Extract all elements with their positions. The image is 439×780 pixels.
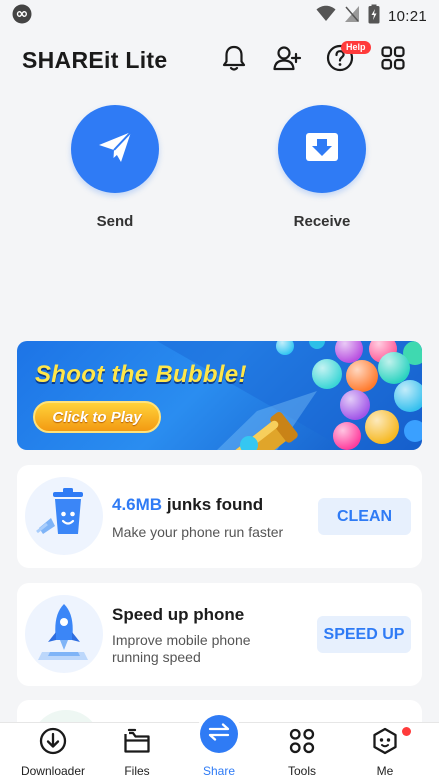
nav-downloader-label: Downloader bbox=[20, 764, 86, 778]
banner-title: Shoot the Bubble! bbox=[35, 361, 247, 388]
receive-circle[interactable] bbox=[278, 105, 366, 193]
speed-title: Speed up phone bbox=[112, 605, 245, 624]
junk-subtitle: Make your phone run faster bbox=[112, 524, 284, 540]
battery-icon bbox=[368, 4, 380, 29]
nav-me[interactable]: Me bbox=[345, 727, 425, 778]
rocket-icon bbox=[36, 602, 92, 667]
nav-tools-label: Tools bbox=[287, 764, 316, 778]
game-banner[interactable]: Shoot the Bubble! Click to Play bbox=[17, 341, 422, 450]
share-tab-button[interactable] bbox=[200, 715, 238, 753]
speed-subtitle: Improve mobile phone running speed bbox=[112, 632, 251, 665]
nav-share-label: Share bbox=[202, 764, 236, 778]
folder-icon bbox=[123, 728, 151, 759]
receive-label: Receive bbox=[293, 213, 351, 230]
tools-grid-icon bbox=[289, 728, 315, 759]
apps-button[interactable] bbox=[377, 44, 409, 76]
face-icon bbox=[371, 727, 399, 760]
trash-bin-icon bbox=[35, 487, 93, 545]
send-button[interactable]: Send bbox=[55, 105, 175, 230]
nav-downloader[interactable]: Downloader bbox=[13, 727, 93, 778]
junk-size: 4.6MB bbox=[112, 495, 163, 514]
me-notification-dot bbox=[402, 727, 411, 736]
notifications-button[interactable] bbox=[218, 44, 250, 76]
bell-icon bbox=[221, 44, 247, 77]
download-circle-icon bbox=[39, 727, 67, 760]
junk-title: 4.6MB junks found bbox=[112, 495, 263, 515]
bubble-art bbox=[157, 341, 422, 450]
receive-button[interactable]: Receive bbox=[262, 105, 382, 230]
speed-up-button[interactable]: SPEED UP bbox=[317, 616, 411, 653]
apps-grid-icon bbox=[381, 45, 405, 75]
clean-button[interactable]: CLEAN bbox=[318, 498, 411, 535]
add-friend-button[interactable] bbox=[271, 44, 303, 76]
add-user-icon bbox=[272, 44, 302, 77]
transfer-arrows-icon bbox=[208, 722, 230, 746]
junk-title-rest: junks found bbox=[166, 495, 264, 514]
app-title: SHAREit Lite bbox=[22, 46, 168, 73]
status-bar: 10:21 bbox=[0, 0, 439, 32]
signal-icon bbox=[344, 5, 360, 28]
infinity-icon bbox=[12, 4, 32, 29]
send-label: Send bbox=[96, 213, 134, 230]
send-circle[interactable] bbox=[71, 105, 159, 193]
download-box-icon bbox=[305, 132, 339, 167]
paper-plane-icon bbox=[97, 130, 133, 169]
bottom-nav: Downloader Files Share Tools Me bbox=[0, 711, 439, 780]
wifi-icon bbox=[316, 5, 336, 28]
speed-thumb bbox=[25, 595, 103, 673]
nav-files-label: Files bbox=[124, 764, 150, 778]
nav-files[interactable]: Files bbox=[97, 728, 177, 778]
click-to-play-button[interactable]: Click to Play bbox=[33, 401, 161, 433]
app-header: SHAREit Lite Help bbox=[0, 38, 439, 82]
help-badge: Help bbox=[341, 41, 371, 54]
nav-me-label: Me bbox=[376, 764, 394, 778]
help-button[interactable]: Help bbox=[324, 41, 371, 76]
junk-clean-card[interactable]: 4.6MB junks found Make your phone run fa… bbox=[17, 465, 422, 568]
clean-thumb bbox=[25, 477, 103, 555]
status-time: 10:21 bbox=[387, 7, 427, 25]
speed-up-card[interactable]: Speed up phone Improve mobile phone runn… bbox=[17, 583, 422, 686]
nav-tools[interactable]: Tools bbox=[262, 728, 342, 778]
